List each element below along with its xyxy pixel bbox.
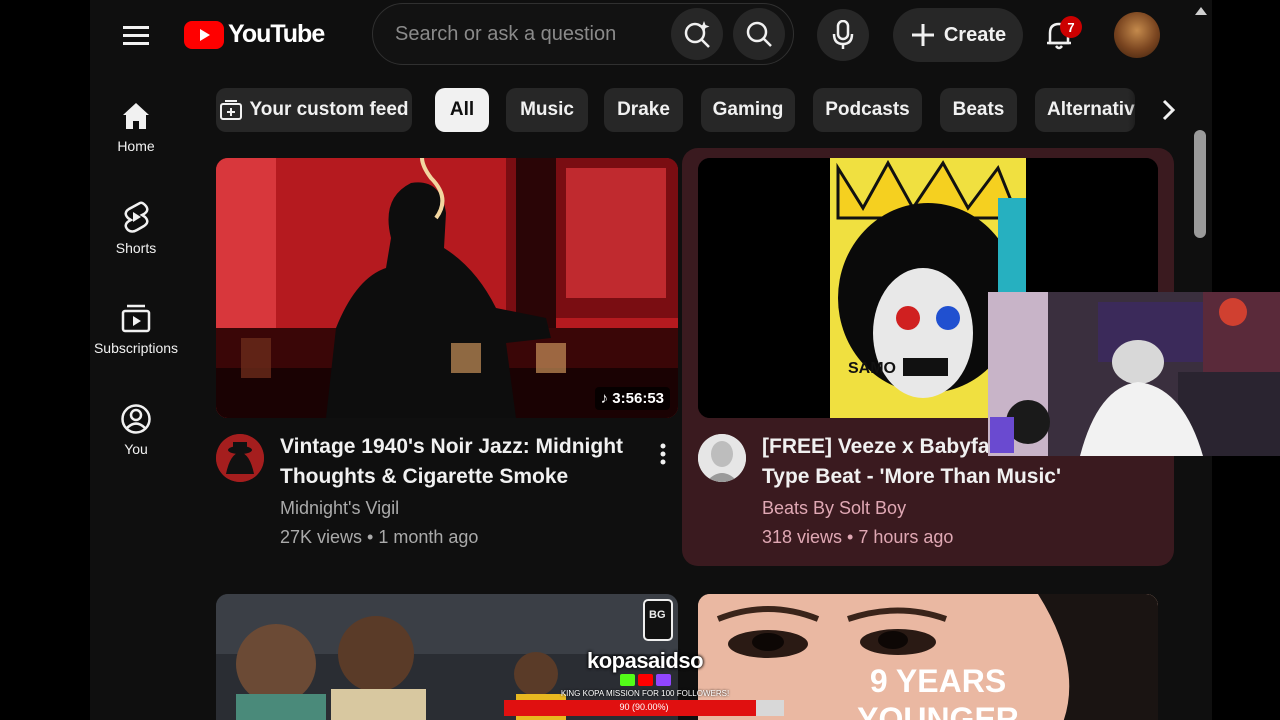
mission-progress-text: 90 (90.00%) [619,702,669,712]
thumb-text-3: BG [649,609,666,621]
voice-search-button[interactable] [817,9,869,61]
chip-podcasts[interactable]: Podcasts [813,88,922,132]
more-vertical-icon [660,443,666,465]
youtube-small-icon [638,674,653,686]
stream-name: kopasaidso [586,648,704,673]
kick-icon [620,674,635,686]
video-thumbnail-1[interactable]: ♪ 3:56:53 [216,158,678,418]
video-meta-2: 318 views • 7 hours ago [762,527,954,547]
chip-label: Podcasts [825,99,910,120]
sidebar-item-shorts[interactable]: Shorts [91,200,181,256]
thumb-text-2: SAMO [848,360,896,377]
search-box[interactable]: Search or ask a question [372,3,794,65]
channel-avatar-2[interactable] [698,434,746,482]
channel-name-1[interactable]: Midnight's Vigil [280,498,399,519]
plus-icon [911,24,934,46]
video-menu-button-1[interactable] [654,440,672,468]
scroll-up-arrow-icon[interactable] [1190,2,1212,22]
custom-feed-icon [220,100,243,120]
chips-next-button[interactable] [1128,86,1178,134]
ask-ai-button[interactable] [671,8,723,60]
you-icon [121,404,151,434]
scrollbar-thumb[interactable] [1194,130,1206,238]
home-icon [123,103,149,129]
noir-jazz-artwork [216,158,678,418]
chevron-right-icon [1162,99,1176,121]
webcam-overlay [988,292,1280,456]
subscriptions-icon [121,304,151,333]
logo-text: YouTube [228,20,325,48]
chip-custom-feed[interactable]: Your custom feed [216,88,412,132]
chip-alternative[interactable]: Alternative [1035,88,1135,132]
video-meta-1: 27K views • 1 month ago [280,527,479,547]
channel-logo-noir [216,434,264,482]
chip-beats[interactable]: Beats [940,88,1017,132]
microphone-icon [832,20,854,49]
chip-music[interactable]: Music [506,88,588,132]
channel-name-2[interactable]: Beats By Solt Boy [762,498,906,519]
sidebar-item-subscriptions[interactable]: Subscriptions [91,302,181,356]
chip-label: Your custom feed [249,99,409,120]
stream-overlay: kopasaidso KING KOPA MISSION FOR 100 FOL… [500,646,790,720]
sidebar-item-home[interactable]: Home [91,100,181,154]
account-avatar[interactable] [1114,12,1160,58]
chip-all[interactable]: All [435,88,489,132]
music-note-icon: ♪ [600,390,613,407]
video-duration: ♪ 3:56:53 [594,387,670,410]
sparkle-search-icon [684,21,710,48]
thumbnail-caption-4: 9 YEARS YOUNGER [857,663,1019,720]
twitch-icon [656,674,671,686]
mission-progress-bar: 90 (90.00%) [504,700,784,716]
platform-icons [620,674,671,686]
shorts-icon [124,201,149,233]
menu-button[interactable] [112,14,160,56]
create-button[interactable]: Create [893,8,1023,62]
chip-label: Beats [952,99,1005,120]
sidebar-label-subscriptions: Subscriptions [93,340,179,356]
channel-logo-beats [698,434,746,482]
sidebar-label-home: Home [117,138,155,154]
mission-text: KING KOPA MISSION FOR 100 FOLLOWERS! [560,689,730,698]
sidebar-label-shorts: Shorts [115,240,157,256]
duration-text: 3:56:53 [612,390,664,407]
chip-label: Alternative [1047,99,1135,120]
hamburger-icon [123,26,149,45]
chip-gaming[interactable]: Gaming [701,88,795,132]
webcam-video-feed [988,292,1280,456]
chip-drake[interactable]: Drake [604,88,683,132]
chip-label: Gaming [712,99,784,120]
chip-label: Drake [617,99,670,120]
notification-badge: 7 [1060,16,1082,38]
sidebar-item-you[interactable]: You [91,403,181,457]
video-title-1[interactable]: Vintage 1940's Noir Jazz: Midnight Thoug… [280,432,630,492]
search-input[interactable]: Search or ask a question [395,23,616,46]
youtube-play-icon [184,20,224,49]
youtube-logo[interactable]: YouTube [184,20,325,49]
chip-label: All [449,99,475,120]
chip-label: Music [520,99,574,120]
channel-avatar-1[interactable] [216,434,264,482]
search-icon [746,21,772,47]
search-button[interactable] [733,8,785,60]
sidebar-label-you: You [124,441,148,457]
create-label: Create [943,23,1007,46]
